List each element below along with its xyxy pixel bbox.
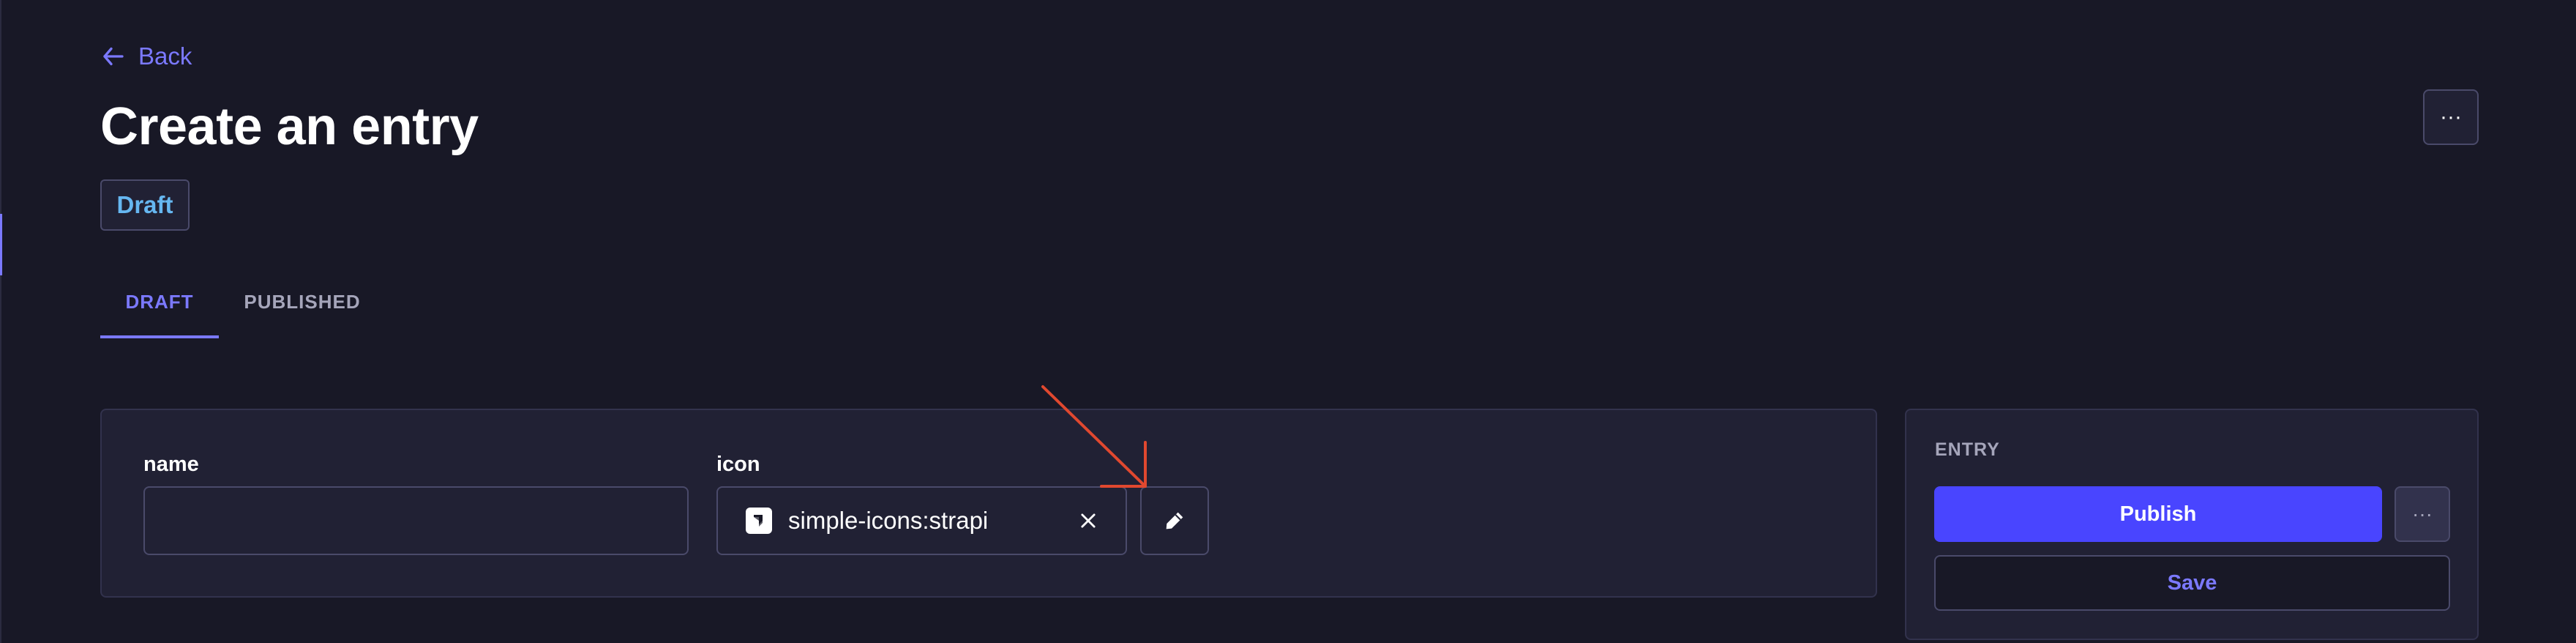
- page-title: Create an entry: [100, 97, 479, 156]
- left-nav-active-indicator: [0, 214, 2, 275]
- back-label: Back: [138, 42, 192, 70]
- left-nav-edge: [0, 0, 1, 643]
- tab-draft[interactable]: DRAFT: [100, 265, 219, 338]
- strapi-logo-icon: [746, 508, 772, 534]
- version-tabs: DRAFT PUBLISHED: [100, 265, 386, 338]
- back-link[interactable]: Back: [100, 42, 192, 70]
- side-panel-title: ENTRY: [1935, 439, 2000, 460]
- pencil-icon: [1163, 509, 1186, 532]
- status-badge: Draft: [100, 179, 190, 231]
- publish-button[interactable]: Publish: [1934, 486, 2382, 542]
- edit-icon-button[interactable]: [1140, 486, 1209, 555]
- ellipsis-icon: ···: [2440, 105, 2462, 129]
- more-actions-button[interactable]: ···: [2423, 89, 2479, 145]
- ellipsis-icon: ···: [2412, 502, 2433, 525]
- icon-field[interactable]: simple-icons:strapi: [716, 486, 1127, 555]
- name-input[interactable]: [143, 486, 689, 555]
- content-manager-page: Back Create an entry Draft ··· DRAFT PUB…: [0, 0, 2576, 643]
- publish-more-button[interactable]: ···: [2395, 486, 2450, 542]
- tab-published[interactable]: PUBLISHED: [219, 265, 386, 338]
- icon-value: simple-icons:strapi: [788, 507, 989, 534]
- close-icon[interactable]: [1077, 510, 1099, 532]
- save-button[interactable]: Save: [1934, 555, 2450, 611]
- name-field-label: name: [143, 453, 199, 476]
- icon-field-label: icon: [716, 453, 760, 476]
- arrow-left-icon: [100, 43, 127, 70]
